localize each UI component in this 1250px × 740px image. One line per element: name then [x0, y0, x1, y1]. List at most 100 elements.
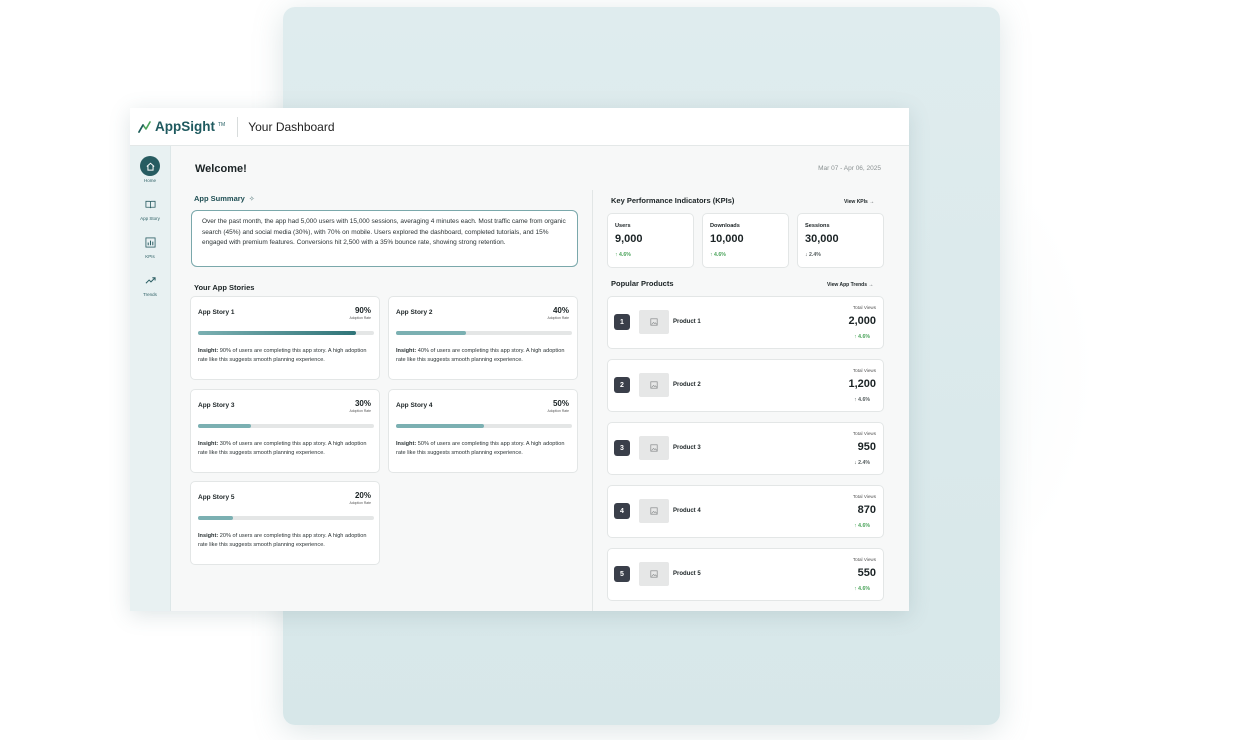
progress-track [198, 424, 374, 428]
insight-text: 40% of users are completing this app sto… [396, 348, 565, 364]
insight-label: Insight: [396, 348, 417, 354]
image-placeholder-icon [639, 562, 669, 586]
story-insight: Insight: 50% of users are completing thi… [396, 440, 572, 459]
kpi-delta: ↓ 2.4% [805, 252, 821, 258]
book-icon [140, 194, 160, 214]
kpi-delta: ↑ 4.6% [615, 252, 631, 258]
rank-badge: 5 [614, 566, 630, 582]
insight-label: Insight: [198, 348, 219, 354]
header-divider [237, 116, 239, 137]
product-delta: ↑ 4.6% [854, 586, 870, 592]
kpi-value: 9,000 [615, 233, 643, 245]
progress-fill [396, 424, 484, 428]
sidebar-item-home[interactable]: Home [130, 156, 170, 183]
story-card[interactable]: App Story 3 30% Adoption Rate Insight: 3… [190, 389, 380, 473]
total-views-value: 870 [857, 504, 876, 516]
bar-chart-icon [140, 232, 160, 252]
story-card[interactable]: App Story 4 50% Adoption Rate Insight: 5… [388, 389, 578, 473]
total-views-label: Total Views [852, 494, 876, 499]
progress-fill [198, 516, 234, 520]
page-title: Your Dashboard [248, 119, 335, 134]
product-delta: ↓ 2.4% [854, 460, 870, 466]
home-icon [140, 156, 160, 176]
progress-track [198, 516, 374, 520]
rank-badge: 3 [614, 440, 630, 456]
insight-text: 50% of users are completing this app sto… [396, 441, 565, 457]
product-row[interactable]: 4 Product 4 Total Views 870 ↑ 4.6% [607, 485, 884, 538]
product-name: Product 3 [673, 445, 701, 451]
insight-label: Insight: [198, 441, 219, 447]
product-delta: ↑ 4.6% [854, 397, 870, 403]
image-placeholder-icon [639, 499, 669, 523]
image-placeholder-icon [639, 436, 669, 460]
sidebar-item-label: KPIs [145, 254, 155, 259]
insight-label: Insight: [198, 533, 219, 539]
adoption-percent: 90% [354, 306, 371, 315]
sparkle-icon: ✧ [248, 196, 255, 203]
kpi-label: Downloads [710, 223, 740, 229]
story-card[interactable]: App Story 5 20% Adoption Rate Insight: 2… [190, 481, 380, 565]
product-delta: ↑ 4.6% [854, 523, 870, 529]
sidebar-item-app-story[interactable]: App Story [130, 194, 170, 221]
kpi-card-downloads[interactable]: Downloads 10,000 ↑ 4.6% [702, 213, 789, 268]
product-name: Product 4 [673, 508, 701, 514]
sidebar: Home App Story KPIs Trends [130, 146, 171, 611]
progress-track [396, 424, 572, 428]
story-insight: Insight: 30% of users are completing thi… [198, 440, 374, 459]
date-range[interactable]: Mar 07 - Apr 06, 2025 [818, 165, 881, 172]
story-card[interactable]: App Story 1 90% Adoption Rate Insight: 9… [190, 296, 380, 380]
progress-track [396, 331, 572, 335]
kpi-card-sessions[interactable]: Sessions 30,000 ↓ 2.4% [797, 213, 884, 268]
image-placeholder-icon [639, 373, 669, 397]
insight-text: 20% of users are completing this app sto… [198, 533, 367, 549]
product-row[interactable]: 1 Product 1 Total Views 2,000 ↑ 4.6% [607, 296, 884, 349]
sidebar-item-label: Trends [143, 292, 157, 297]
column-divider [592, 190, 593, 611]
insight-text: 30% of users are completing this app sto… [198, 441, 367, 457]
story-name: App Story 3 [198, 402, 235, 409]
app-stories-title: Your App Stories [194, 283, 255, 292]
total-views-label: Total Views [852, 305, 876, 310]
image-placeholder-icon [639, 310, 669, 334]
top-bar: AppSight TM Your Dashboard [130, 108, 909, 146]
progress-fill [396, 331, 467, 335]
adoption-label: Adoption Rate [547, 409, 570, 413]
product-row[interactable]: 2 Product 2 Total Views 1,200 ↑ 4.6% [607, 359, 884, 412]
total-views-value: 1,200 [848, 378, 876, 390]
view-app-trends-link[interactable]: View App Trends → [827, 282, 873, 288]
progress-fill [198, 331, 357, 335]
trend-icon [140, 270, 160, 290]
sidebar-item-kpis[interactable]: KPIs [130, 232, 170, 259]
product-delta: ↑ 4.6% [854, 334, 870, 340]
kpi-delta: ↑ 4.6% [710, 252, 726, 258]
adoption-label: Adoption Rate [349, 501, 372, 505]
product-name: Product 1 [673, 319, 701, 325]
product-row[interactable]: 3 Product 3 Total Views 950 ↓ 2.4% [607, 422, 884, 475]
product-name: Product 2 [673, 382, 701, 388]
adoption-label: Adoption Rate [349, 316, 372, 320]
view-kpis-link[interactable]: View KPIs → [844, 199, 874, 205]
story-name: App Story 5 [198, 494, 235, 501]
kpi-card-users[interactable]: Users 9,000 ↑ 4.6% [607, 213, 694, 268]
app-summary-box: Over the past month, the app had 5,000 u… [191, 210, 578, 267]
adoption-percent: 40% [552, 306, 569, 315]
adoption-percent: 30% [354, 399, 371, 408]
app-summary-title: App Summary ✧ [194, 194, 255, 203]
app-logo[interactable]: AppSight TM [138, 119, 225, 134]
product-row[interactable]: 5 Product 5 Total Views 550 ↑ 4.6% [607, 548, 884, 601]
kpi-label: Sessions [805, 223, 830, 229]
adoption-label: Adoption Rate [349, 409, 372, 413]
welcome-heading: Welcome! [195, 163, 247, 175]
dashboard-window: AppSight TM Your Dashboard Home App Stor… [130, 108, 909, 611]
rank-badge: 1 [614, 314, 630, 330]
story-card[interactable]: App Story 2 40% Adoption Rate Insight: 4… [388, 296, 578, 380]
kpis-title: Key Performance Indicators (KPIs) [611, 196, 735, 205]
rank-badge: 2 [614, 377, 630, 393]
total-views-value: 550 [857, 567, 876, 579]
story-name: App Story 1 [198, 309, 235, 316]
story-insight: Insight: 20% of users are completing thi… [198, 532, 374, 551]
total-views-label: Total Views [852, 431, 876, 436]
total-views-value: 2,000 [848, 315, 876, 327]
progress-fill [198, 424, 251, 428]
sidebar-item-trends[interactable]: Trends [130, 270, 170, 297]
